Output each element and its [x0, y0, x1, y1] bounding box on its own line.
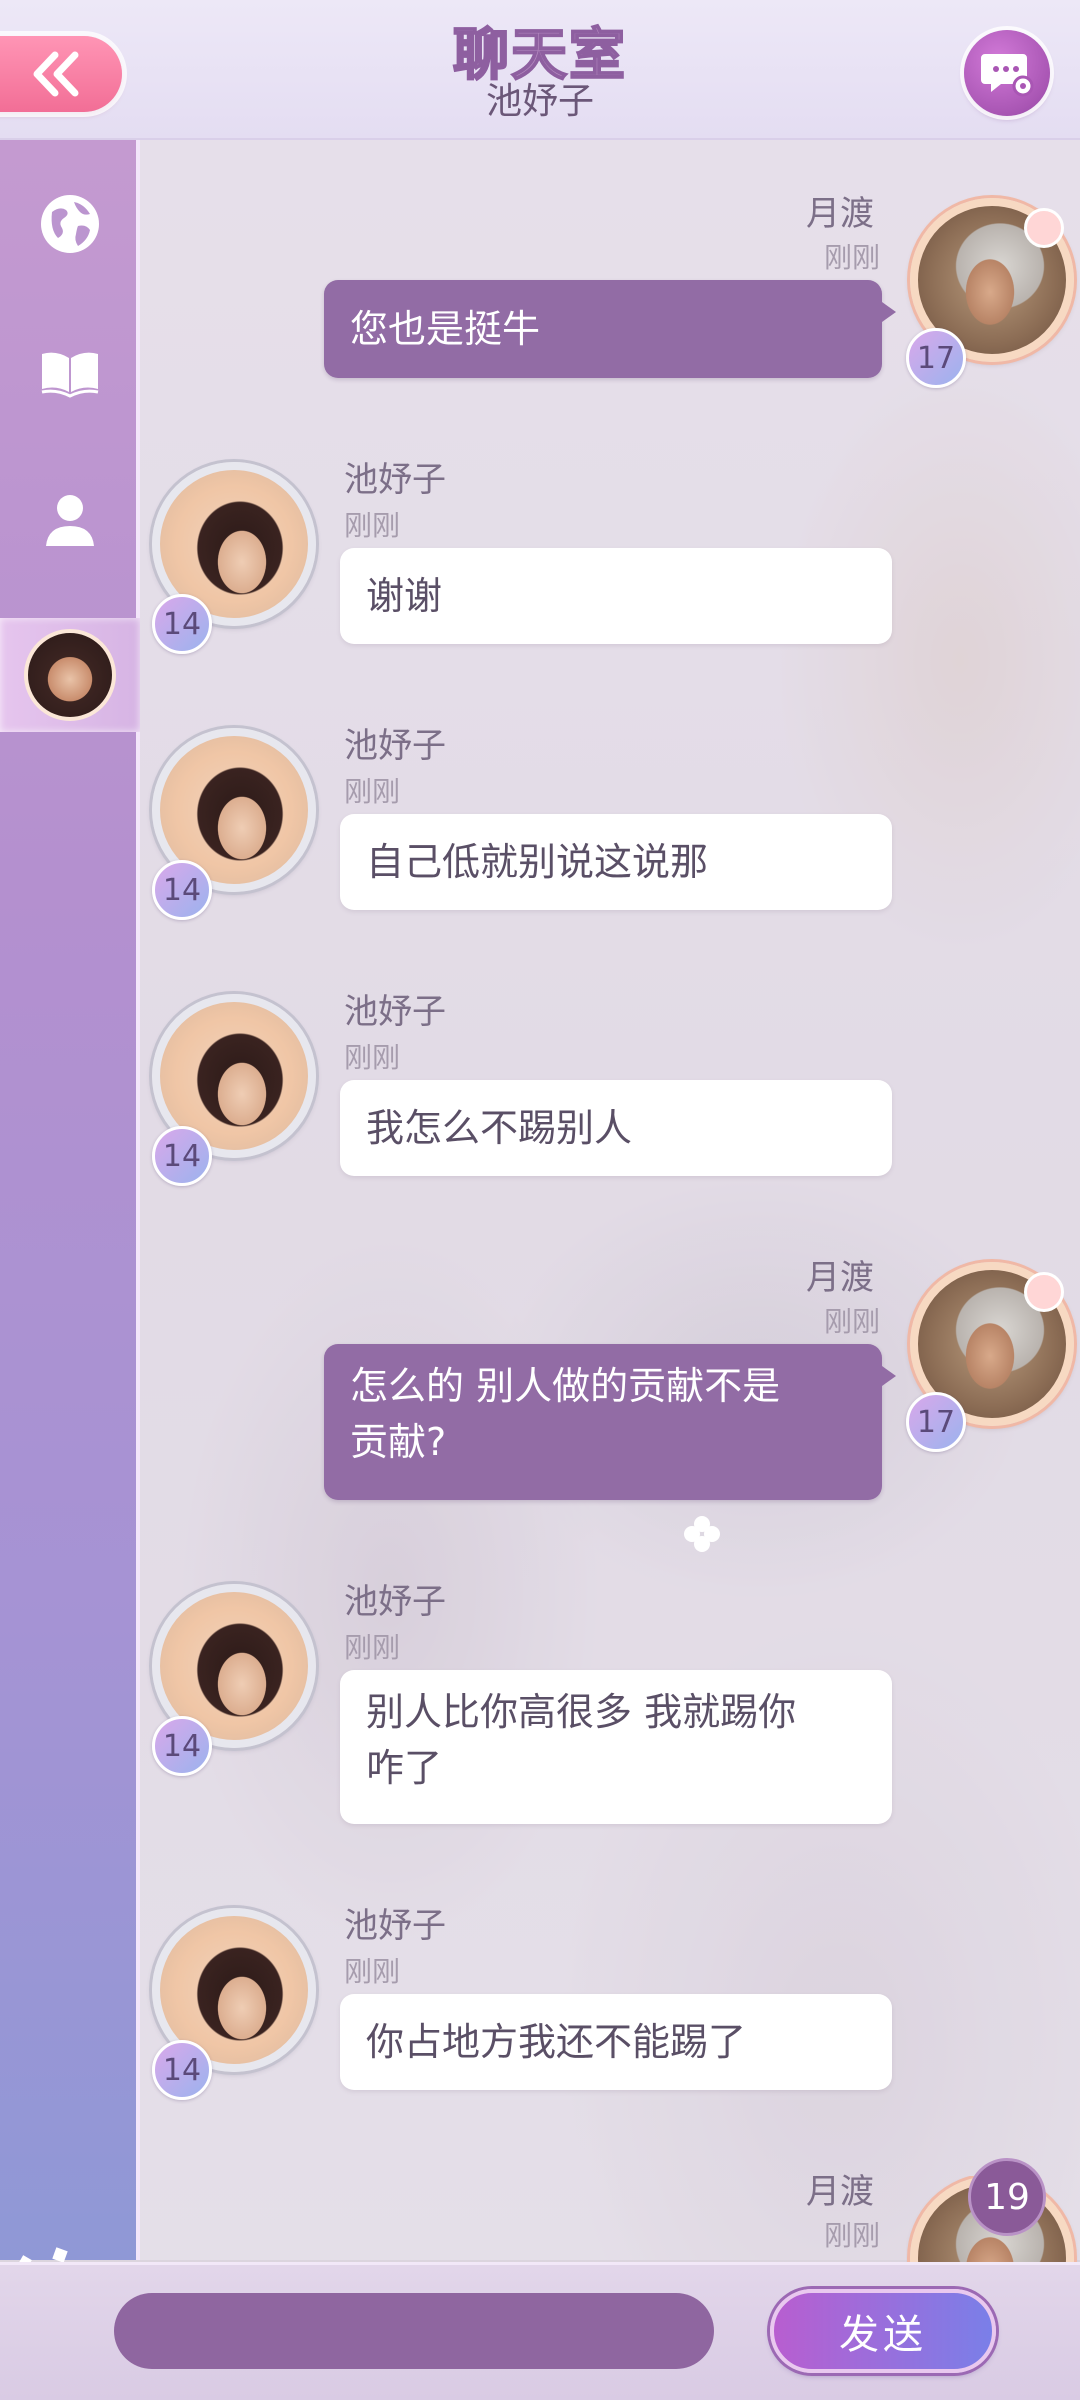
sender-name: 月渡: [806, 1258, 874, 1298]
sidebar-item-private-chat[interactable]: [0, 618, 140, 732]
level-badge: 14: [152, 594, 212, 654]
send-button[interactable]: 发送: [770, 2289, 996, 2373]
message-text-line: 怎么的 别人做的贡献不是: [350, 1364, 781, 1408]
sidebar-item-world[interactable]: [38, 192, 102, 256]
sidebar-item-book[interactable]: [38, 340, 102, 404]
message-bubble[interactable]: 您也是挺牛: [324, 280, 896, 378]
input-bar: 发送: [0, 2262, 1080, 2400]
page-subtitle: 池妤子: [485, 81, 594, 122]
message-time: 刚刚: [824, 2219, 881, 2252]
sender-name: 池妤子: [344, 992, 446, 1032]
message-time: 刚刚: [824, 241, 881, 274]
message-text-line: 贡献?: [350, 1420, 447, 1464]
sender-name: 池妤子: [344, 1906, 446, 1946]
chat-settings-button[interactable]: [964, 30, 1050, 116]
level-badge: 14: [152, 860, 212, 920]
person-icon: [46, 495, 94, 546]
message-text-line: 别人比你高很多 我就踢你: [366, 1690, 797, 1734]
message-time: 刚刚: [344, 775, 401, 808]
message-text: 谢谢: [366, 574, 443, 618]
level-badge: 14: [152, 1126, 212, 1186]
message-bubble[interactable]: 别人比你高很多 我就踢你 咋了: [340, 1670, 892, 1824]
message-text: 自己低就别说这说那: [366, 840, 709, 884]
sidebar-item-profile[interactable]: [38, 488, 102, 552]
level-badge: 17: [906, 328, 966, 388]
message-time: 刚刚: [344, 509, 401, 542]
sender-name: 月渡: [806, 194, 874, 234]
message-text: 你占地方我还不能踢了: [366, 2020, 747, 2064]
globe-icon: [41, 195, 99, 253]
message-time: 刚刚: [344, 1631, 401, 1664]
avatar: [24, 629, 116, 721]
message-input[interactable]: [114, 2293, 714, 2369]
sender-name: 池妤子: [344, 1582, 446, 1622]
sidebar: [0, 140, 140, 2260]
message-bubble[interactable]: 自己低就别说这说那: [340, 814, 892, 910]
sender-name: 池妤子: [344, 460, 446, 500]
message-text-line: 咋了: [366, 1746, 443, 1790]
message-bubble[interactable]: 怎么的 别人做的贡献不是 贡献?: [324, 1344, 896, 1500]
message-text: 您也是挺牛: [350, 307, 541, 351]
message-bubble[interactable]: 你占地方我还不能踢了: [340, 1994, 892, 2090]
sender-name: 月渡: [806, 2172, 874, 2212]
flower-decoration: [684, 1516, 720, 1552]
level-badge: 14: [152, 1716, 212, 1776]
sender-name: 池妤子: [344, 726, 446, 766]
message-time: 刚刚: [824, 1305, 881, 1338]
level-badge: 14: [152, 2040, 212, 2100]
book-icon: [41, 352, 99, 398]
message-bubble[interactable]: 谢谢: [340, 548, 892, 644]
header-bar: 聊天室 池妤子: [0, 0, 1080, 140]
message-time: 刚刚: [344, 1041, 401, 1074]
paw-badge: [1024, 1272, 1064, 1312]
level-badge: 19: [968, 2158, 1046, 2236]
message-text: 我怎么不踢别人: [366, 1106, 633, 1150]
level-badge: 17: [906, 1392, 966, 1452]
paw-badge: [1024, 208, 1064, 248]
message-time: 刚刚: [344, 1955, 401, 1988]
message-bubble[interactable]: 我怎么不踢别人: [340, 1080, 892, 1176]
chat-settings-icon: [981, 54, 1034, 97]
